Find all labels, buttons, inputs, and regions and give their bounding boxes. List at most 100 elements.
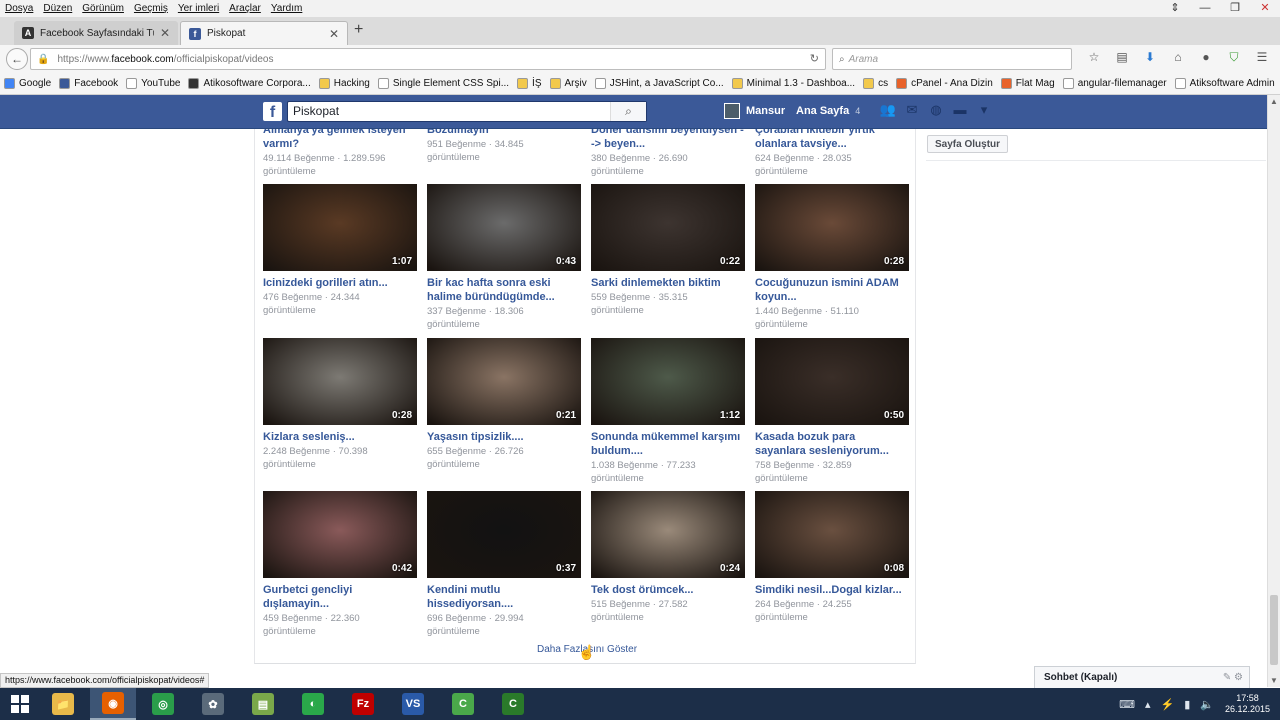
notifications-globe-icon[interactable]: ◍ bbox=[924, 102, 948, 118]
facebook-logo-icon[interactable]: f bbox=[263, 102, 282, 121]
taskbar-app-camtasia-green[interactable]: C bbox=[440, 688, 486, 720]
video-card[interactable]: 1:07 Icinizdeki gorilleri atın... 476 Beğe… bbox=[263, 184, 417, 317]
video-title[interactable]: Gurbetci gencliyi dışlamayin... bbox=[263, 583, 417, 611]
profile-link[interactable]: Mansur bbox=[724, 103, 785, 119]
video-thumbnail[interactable]: 1:07 bbox=[263, 184, 417, 271]
bookmark-item[interactable]: Hacking bbox=[318, 78, 370, 89]
windows-start-button[interactable] bbox=[0, 688, 40, 720]
video-card[interactable]: 1:12 Sonunda mükemmel karşımı buldum.... 1… bbox=[591, 338, 745, 485]
video-title[interactable]: Yaşasın tipsizlik.... bbox=[427, 430, 581, 444]
facebook-search-input[interactable]: Piskopat ⌕ bbox=[287, 101, 647, 122]
video-card[interactable]: 0:28 Kizlara sesleniş... 2.248 Beğenme · 7… bbox=[263, 338, 417, 471]
video-title[interactable]: Icinizdeki gorilleri atın... bbox=[263, 276, 417, 290]
hamburger-menu-icon[interactable]: ☰ bbox=[1248, 50, 1276, 65]
video-thumbnail[interactable]: 0:08 bbox=[755, 491, 909, 578]
bookmark-item[interactable]: cPanel - Ana Dizin bbox=[896, 78, 993, 89]
video-title[interactable]: Bozulmayın bbox=[427, 129, 581, 137]
bookmark-item[interactable]: İŞ bbox=[517, 78, 542, 89]
video-thumbnail[interactable]: 0:43 bbox=[427, 184, 581, 271]
bookmark-star-icon[interactable]: ☆ bbox=[1080, 50, 1108, 65]
taskbar-app-globe-app[interactable]: ◐ bbox=[290, 688, 336, 720]
scrollbar-thumb[interactable] bbox=[1270, 595, 1278, 665]
page-scrollbar[interactable]: ▲ ▼ bbox=[1267, 95, 1280, 687]
power-plug-icon[interactable]: ⚡ bbox=[1160, 698, 1174, 711]
video-card[interactable]: Çorabları ikidebir yırtık olanlara tavsi… bbox=[755, 129, 909, 178]
video-title[interactable]: Kizlara sesleniş... bbox=[263, 430, 417, 444]
tab-facebook-sayfasindaki[interactable]: A Facebook Sayfasındaki Tü... ✕ bbox=[14, 21, 178, 45]
taskbar-app-camtasia-recorder[interactable]: C bbox=[490, 688, 536, 720]
compose-icon[interactable]: ✎ bbox=[1223, 672, 1231, 683]
video-thumbnail[interactable]: 0:28 bbox=[263, 338, 417, 425]
video-thumbnail[interactable]: 0:37 bbox=[427, 491, 581, 578]
lock-privacy-icon[interactable]: ▬ bbox=[948, 102, 972, 118]
video-title[interactable]: Sonunda mükemmel karşımı buldum.... bbox=[591, 430, 745, 458]
bookmark-item[interactable]: Google bbox=[4, 78, 51, 89]
menu-item-gorunum[interactable]: Görünüm bbox=[77, 3, 129, 14]
taskbar-app-chart-app[interactable]: ▤ bbox=[240, 688, 286, 720]
video-card[interactable]: 0:42 Gurbetci gencliyi dışlamayin... 459 B… bbox=[263, 491, 417, 638]
bookmarks-list-icon[interactable]: ▤ bbox=[1108, 50, 1136, 65]
video-card[interactable]: Almanya'ya gelmek isteyen varmı? 49.114 B… bbox=[263, 129, 417, 178]
taskbar-app-network-app[interactable]: ✿ bbox=[190, 688, 236, 720]
video-title[interactable]: Döner dansımı beyendiysen --> beyen... bbox=[591, 129, 745, 151]
bookmark-item[interactable]: Minimal 1.3 - Dashboa... bbox=[731, 78, 855, 89]
tab-piskopat[interactable]: f Piskopat ✕ bbox=[180, 21, 348, 45]
bookmark-item[interactable]: Facebook bbox=[59, 78, 118, 89]
video-title[interactable]: Tek dost örümcek... bbox=[591, 583, 745, 597]
chat-bubble-icon[interactable]: ● bbox=[1192, 50, 1220, 65]
video-card[interactable]: Bozulmayın 951 Beğenme · 34.845 görüntülem… bbox=[427, 129, 581, 164]
close-window-icon[interactable]: ✕ bbox=[1250, 0, 1280, 17]
menu-item-yardim[interactable]: Yardım bbox=[266, 3, 308, 14]
taskbar-app-chrome[interactable]: ◎ bbox=[140, 688, 186, 720]
browser-search-input[interactable]: ⌕ Arama bbox=[832, 48, 1072, 70]
reload-icon[interactable]: ↻ bbox=[810, 52, 819, 65]
video-card[interactable]: 0:08 Simdiki nesil...Dogal kizlar... 264 B… bbox=[755, 491, 909, 624]
downloads-icon[interactable]: ⬇ bbox=[1136, 50, 1164, 65]
search-icon[interactable]: ⌕ bbox=[610, 102, 646, 121]
menu-item-gecmis[interactable]: Geçmiş bbox=[129, 3, 173, 14]
bookmark-item[interactable]: Atiksoftware Admin bbox=[1174, 78, 1275, 89]
volume-icon[interactable]: 🔈 bbox=[1200, 698, 1214, 711]
video-card[interactable]: 0:28 Cocuğunuzun ismini ADAM koyun... 1.44… bbox=[755, 184, 909, 331]
video-title[interactable]: Kasada bozuk para sayanlara sesleniyorum… bbox=[755, 430, 909, 458]
bookmark-item[interactable]: cs bbox=[863, 78, 888, 89]
minimize-icon[interactable]: — bbox=[1190, 0, 1220, 17]
restore-tabs-icon[interactable]: ⇕ bbox=[1160, 0, 1190, 17]
video-title[interactable]: Kendini mutlu hissediyorsan.... bbox=[427, 583, 581, 611]
video-title[interactable]: Almanya'ya gelmek isteyen varmı? bbox=[263, 129, 417, 151]
menu-item-yer-imleri[interactable]: Yer imleri bbox=[173, 3, 224, 14]
video-title[interactable]: Sarki dinlemekten biktim bbox=[591, 276, 745, 290]
video-title[interactable]: Cocuğunuzun ismini ADAM koyun... bbox=[755, 276, 909, 304]
bookmark-item[interactable]: angular-filemanager bbox=[1062, 78, 1167, 89]
keyboard-icon[interactable]: ⌨ bbox=[1119, 698, 1135, 711]
back-arrow-icon[interactable]: ← bbox=[6, 48, 28, 70]
bookmark-item[interactable]: Atikosoftware Corpora... bbox=[188, 78, 311, 89]
taskbar-app-firefox[interactable]: ◉ bbox=[90, 688, 136, 720]
close-tab-icon[interactable]: ✕ bbox=[160, 26, 170, 40]
video-thumbnail[interactable]: 0:22 bbox=[591, 184, 745, 271]
video-card[interactable]: Döner dansımı beyendiysen --> beyen... 38… bbox=[591, 129, 745, 178]
url-bar[interactable]: 🔒 https://www. facebook.com/officialpisko… bbox=[30, 48, 826, 70]
network-signal-icon[interactable]: ▮ bbox=[1184, 698, 1190, 711]
bookmark-item[interactable]: Flat Mag bbox=[1000, 78, 1055, 89]
messages-icon[interactable]: ✉ bbox=[900, 102, 924, 118]
bookmark-item[interactable]: Single Element CSS Spi... bbox=[377, 78, 509, 89]
video-thumbnail[interactable]: 0:42 bbox=[263, 491, 417, 578]
taskbar-app-visual-studio[interactable]: VS bbox=[390, 688, 436, 720]
home-icon[interactable]: ⌂ bbox=[1164, 50, 1192, 65]
video-thumbnail[interactable]: 0:21 bbox=[427, 338, 581, 425]
shield-addon-icon[interactable]: ⛉ bbox=[1220, 50, 1248, 65]
menu-item-araclar[interactable]: Araçlar bbox=[224, 3, 266, 14]
close-tab-icon[interactable]: ✕ bbox=[329, 27, 339, 41]
bookmark-item[interactable]: Arşiv bbox=[549, 78, 587, 89]
maximize-icon[interactable]: ❐ bbox=[1220, 0, 1250, 17]
video-title[interactable]: Simdiki nesil...Dogal kizlar... bbox=[755, 583, 909, 597]
video-thumbnail[interactable]: 0:28 bbox=[755, 184, 909, 271]
video-card[interactable]: 0:37 Kendini mutlu hissediyorsan.... 696 B… bbox=[427, 491, 581, 638]
create-page-button[interactable]: Sayfa Oluştur bbox=[927, 135, 1009, 153]
chevron-down-icon[interactable]: ▾ bbox=[972, 102, 996, 118]
scroll-up-icon[interactable]: ▲ bbox=[1270, 97, 1278, 106]
bookmark-item[interactable]: YouTube bbox=[126, 78, 180, 89]
video-thumbnail[interactable]: 0:24 bbox=[591, 491, 745, 578]
home-link[interactable]: Ana Sayfa 4 bbox=[796, 105, 860, 117]
